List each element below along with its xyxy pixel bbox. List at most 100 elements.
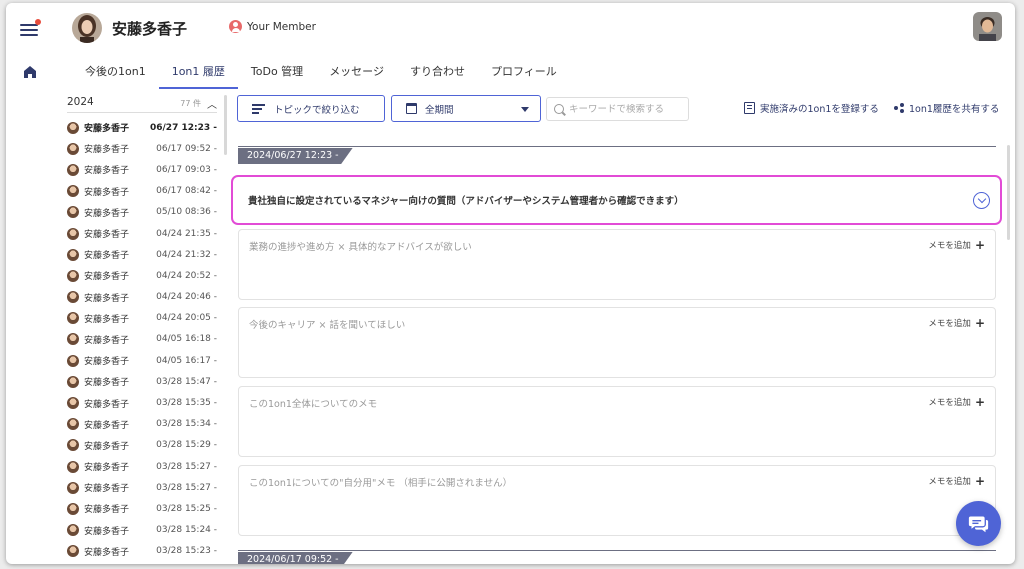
avatar — [67, 206, 79, 219]
add-memo-label: メモを追加 — [928, 477, 971, 487]
register-1on1-button[interactable]: 実施済みの1on1を登録する — [744, 101, 879, 115]
history-year: 2024 — [67, 96, 94, 108]
session-date-header: 2024/06/17 09:52 - — [238, 550, 996, 564]
history-item-date: 03/28 15:27 - — [156, 461, 217, 472]
tab-todo[interactable]: ToDo 管理 — [238, 59, 316, 89]
history-item[interactable]: 安藤多香子 03/28 15:25 - — [67, 498, 217, 519]
history-item-name: 安藤多香子 — [84, 357, 130, 368]
history-item-name: 安藤多香子 — [84, 441, 130, 452]
share-history-button[interactable]: 1on1履歴を共有する — [894, 101, 999, 115]
history-scrollbar[interactable] — [224, 95, 227, 155]
divider — [238, 146, 996, 147]
memo-card: 業務の進捗や進め方 × 具体的なアドバイスが欲しい メモを追加 + — [238, 229, 996, 300]
add-memo-button[interactable]: メモを追加 + — [928, 396, 985, 408]
search-icon — [554, 104, 564, 114]
history-item-date: 04/24 20:05 - — [156, 313, 217, 324]
history-item[interactable]: 安藤多香子 06/17 09:03 - — [67, 159, 217, 180]
home-icon[interactable] — [23, 64, 37, 78]
history-item-date: 03/28 15:29 - — [156, 440, 217, 451]
plus-icon: + — [974, 395, 985, 409]
add-memo-label: メモを追加 — [928, 319, 971, 329]
avatar — [67, 163, 79, 176]
app-window: 安藤多香子 Your Member 今後の1on1 1on1 履歴 ToDo 管… — [6, 3, 1015, 564]
tab-profile[interactable]: プロフィール — [478, 59, 570, 89]
keyword-search[interactable] — [546, 97, 689, 121]
period-select[interactable]: 全期間 — [391, 95, 541, 122]
history-item[interactable]: 安藤多香子 06/17 08:42 - — [67, 181, 217, 202]
history-item-date: 04/05 16:17 - — [156, 355, 217, 366]
history-item-date: 03/28 15:27 - — [156, 482, 217, 493]
calendar-icon — [406, 103, 417, 114]
history-item[interactable]: 安藤多香子 04/24 20:52 - — [67, 265, 217, 286]
history-item-name: 安藤多香子 — [84, 187, 130, 198]
history-item-date: 06/27 12:23 - — [150, 122, 217, 133]
history-item[interactable]: 安藤多香子 03/28 15:34 - — [67, 414, 217, 435]
memo-card-title: この1on1についての"自分用"メモ （相手に公開されません） — [249, 478, 513, 489]
history-item[interactable]: 安藤多香子 06/17 09:52 - — [67, 138, 217, 159]
plus-icon: + — [974, 238, 985, 252]
history-item-name: 安藤多香子 — [84, 230, 130, 241]
search-input[interactable] — [569, 103, 684, 115]
memo-card-title: この1on1全体についてのメモ — [249, 399, 378, 410]
avatar — [67, 397, 79, 410]
history-item[interactable]: 安藤多香子 03/28 15:23 - — [67, 541, 217, 562]
plus-icon: + — [974, 474, 985, 488]
history-item-name: 安藤多香子 — [84, 272, 130, 283]
history-item[interactable]: 安藤多香子 03/28 15:29 - — [67, 435, 217, 456]
share-history-label: 1on1履歴を共有する — [909, 104, 1000, 115]
plus-icon: + — [974, 316, 985, 330]
history-count: 77 件 — [180, 99, 201, 108]
avatar — [67, 248, 79, 261]
divider — [67, 112, 217, 113]
history-item-name: 安藤多香子 — [84, 314, 130, 325]
history-year-header[interactable]: 2024 77 件 ︿ — [67, 96, 217, 111]
history-item-name: 安藤多香子 — [84, 484, 130, 495]
history-item[interactable]: 安藤多香子 04/24 21:35 - — [67, 223, 217, 244]
tab-messages[interactable]: メッセージ — [316, 59, 397, 89]
add-memo-button[interactable]: メモを追加 + — [928, 239, 985, 251]
filter-lines-icon — [252, 104, 265, 114]
share-icon — [894, 103, 904, 113]
user-avatar[interactable] — [72, 13, 102, 43]
add-memo-button[interactable]: メモを追加 + — [928, 317, 985, 329]
history-item[interactable]: 安藤多香子 04/24 20:46 - — [67, 287, 217, 308]
period-value: 全期間 — [425, 104, 454, 116]
chevron-down-icon[interactable] — [973, 192, 990, 209]
tab-alignment[interactable]: すり合わせ — [397, 59, 478, 89]
tab-history[interactable]: 1on1 履歴 — [158, 59, 238, 89]
topic-filter-button[interactable]: トピックで絞り込む — [237, 95, 385, 122]
avatar — [67, 545, 79, 558]
avatar — [67, 439, 79, 452]
manager-question-accordion[interactable]: 貴社独自に設定されているマネジャー向けの質問（アドバイザーやシステム管理者から確… — [231, 175, 1002, 225]
history-item[interactable]: 安藤多香子 04/05 16:18 - — [67, 329, 217, 350]
main-scrollbar[interactable] — [1007, 145, 1010, 240]
history-item-name: 安藤多香子 — [84, 166, 130, 177]
history-item-date: 04/24 20:52 - — [156, 270, 217, 281]
topic-filter-label: トピックで絞り込む — [274, 104, 360, 116]
history-item[interactable]: 安藤多香子 06/27 12:23 - — [67, 117, 217, 138]
avatar — [67, 121, 79, 134]
user-name: 安藤多香子 — [112, 20, 188, 38]
history-item-date: 06/17 09:03 - — [156, 164, 217, 175]
history-item[interactable]: 安藤多香子 03/28 15:27 - — [67, 456, 217, 477]
avatar — [67, 142, 79, 155]
history-item[interactable]: 安藤多香子 03/28 15:47 - — [67, 371, 217, 392]
history-item[interactable]: 安藤多香子 03/28 15:27 - — [67, 477, 217, 498]
history-item-date: 03/28 15:35 - — [156, 398, 217, 409]
history-item[interactable]: 安藤多香子 03/28 15:24 - — [67, 520, 217, 541]
account-avatar[interactable] — [973, 12, 1002, 41]
chat-button[interactable] — [956, 501, 1001, 546]
memo-card: この1on1についての"自分用"メモ （相手に公開されません） メモを追加 + — [238, 465, 996, 536]
history-item[interactable]: 安藤多香子 04/24 20:05 - — [67, 308, 217, 329]
add-memo-button[interactable]: メモを追加 + — [928, 475, 985, 487]
divider — [238, 550, 996, 551]
history-item[interactable]: 安藤多香子 05/10 08:36 - — [67, 202, 217, 223]
history-item[interactable]: 安藤多香子 04/24 21:32 - — [67, 244, 217, 265]
chevron-up-icon[interactable]: ︿ — [207, 96, 217, 111]
caret-down-icon — [521, 107, 529, 112]
tab-upcoming[interactable]: 今後の1on1 — [72, 59, 159, 89]
history-item[interactable]: 安藤多香子 03/28 15:35 - — [67, 392, 217, 413]
history-item[interactable]: 安藤多香子 04/05 16:17 - — [67, 350, 217, 371]
session-date: 2024/06/17 09:52 - — [238, 552, 353, 564]
hamburger-icon[interactable] — [20, 19, 41, 38]
